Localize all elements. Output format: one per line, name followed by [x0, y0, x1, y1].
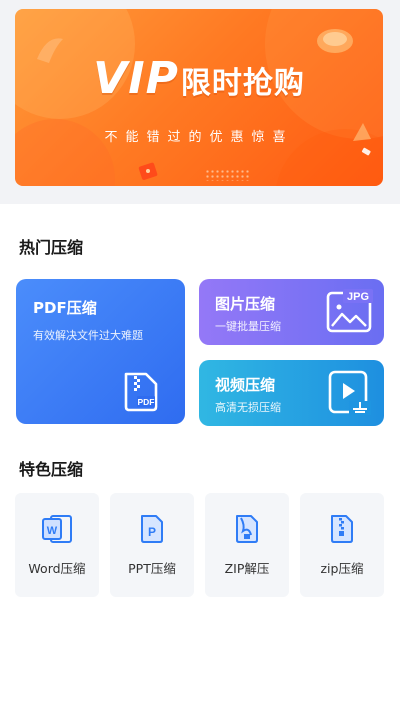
zip-archive-icon [331, 515, 353, 543]
zip-extract-icon [236, 515, 258, 543]
svg-text:W: W [47, 525, 58, 537]
pdf-card-subtitle: 有效解决文件过大难题 [33, 329, 143, 342]
image-card-subtitle: 一键批量压缩 [215, 320, 281, 333]
video-card-title: 视频压缩 [215, 376, 276, 394]
hot-section-title: 热门压缩 [19, 238, 84, 257]
word-compress-tool[interactable]: W Word压缩 [15, 493, 99, 597]
zip-compress-tool[interactable]: zip压缩 [300, 493, 384, 597]
vip-promo-banner[interactable]: VIP限时抢购 不能错过的优惠惊喜 [15, 9, 383, 186]
zip-extract-tool[interactable]: ZIP解压 [205, 493, 289, 597]
image-card-title: 图片压缩 [215, 295, 276, 313]
zip-compress-label: zip压缩 [320, 561, 364, 576]
ppt-compress-label: PPT压缩 [128, 561, 176, 576]
ppt-compress-tool[interactable]: P PPT压缩 [110, 493, 194, 597]
top-banner-area: VIP限时抢购 不能错过的优惠惊喜 [0, 0, 400, 204]
banner-title-vip: VIP [93, 53, 179, 104]
word-compress-label: Word压缩 [28, 561, 86, 576]
zip-extract-label: ZIP解压 [224, 561, 270, 576]
pdf-card-title: PDF压缩 [33, 299, 97, 317]
banner-decoration-confetti [361, 147, 371, 156]
svg-text:JPG: JPG [347, 291, 369, 303]
word-file-icon: W [42, 515, 72, 543]
special-section-title: 特色压缩 [19, 460, 84, 479]
pdf-compress-card[interactable]: PDF压缩 有效解决文件过大难题 PDF [16, 279, 185, 424]
pdf-file-icon: PDF [124, 372, 158, 412]
image-compress-card[interactable]: 图片压缩 一键批量压缩 JPG [199, 279, 384, 345]
video-compress-card[interactable]: 视频压缩 高清无损压缩 [199, 360, 384, 426]
ppt-file-icon: P [141, 515, 163, 543]
banner-decoration-envelope [138, 162, 158, 180]
banner-title: VIP限时抢购 [15, 53, 383, 104]
video-card-subtitle: 高清无损压缩 [215, 401, 281, 414]
video-play-icon [328, 370, 371, 415]
svg-text:P: P [148, 525, 156, 539]
banner-dot-pattern [205, 169, 251, 181]
svg-text:PDF: PDF [138, 397, 155, 407]
banner-title-cn: 限时抢购 [180, 66, 305, 101]
banner-subtitle: 不能错过的优惠惊喜 [104, 130, 294, 145]
jpg-image-icon: JPG [326, 289, 373, 333]
